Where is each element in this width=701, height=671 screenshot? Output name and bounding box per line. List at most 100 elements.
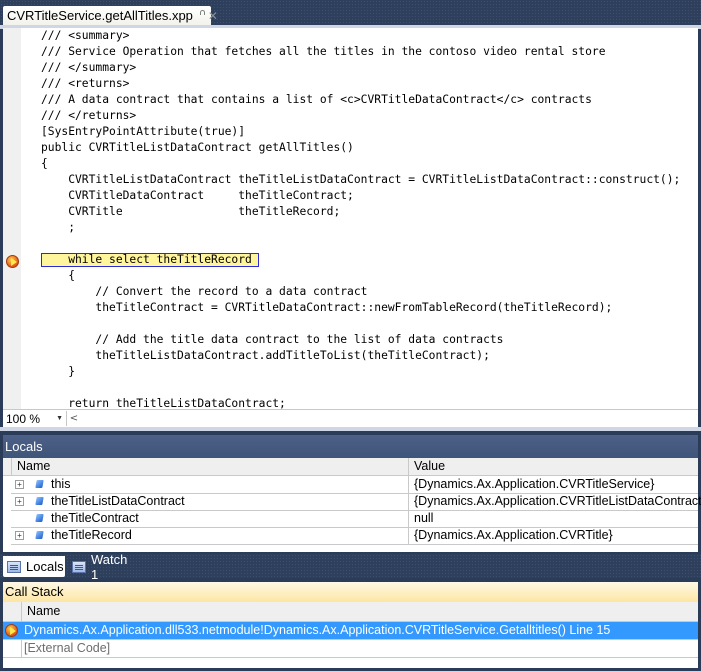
- code-line-text: /// <returns>: [41, 77, 130, 90]
- locals-row[interactable]: + theTitleListDataContract {Dynamics.Ax.Ap…: [11, 493, 701, 511]
- call-stack-row[interactable]: [External Code]: [3, 640, 698, 658]
- code-line[interactable]: theTitleListDataContract.addTitleToList(…: [41, 348, 698, 364]
- code-area[interactable]: /// <summary> /// Service Operation that …: [41, 28, 698, 409]
- code-line-text: theTitleListDataContract.addTitleToList(…: [41, 349, 490, 362]
- code-line-text: CVRTitle theTitleRecord;: [41, 205, 341, 218]
- call-stack-row[interactable]: Dynamics.Ax.Application.dll533.netmodule…: [3, 622, 698, 640]
- call-stack-frame: [External Code]: [24, 641, 111, 655]
- zoom-level-value: 100 %: [6, 411, 41, 426]
- code-line[interactable]: /// <returns>: [41, 76, 698, 92]
- splitter[interactable]: [0, 427, 701, 431]
- code-line[interactable]: [41, 236, 698, 252]
- code-line[interactable]: [SysEntryPointAttribute(true)]: [41, 124, 698, 140]
- call-stack-frame: Dynamics.Ax.Application.dll533.netmodule…: [24, 623, 611, 637]
- tab-label: Locals: [26, 559, 64, 574]
- code-line-text: /// Service Operation that fetches all t…: [41, 45, 606, 58]
- variable-icon: [35, 480, 44, 488]
- code-line-text: /// </returns>: [41, 109, 137, 122]
- locals-grid-header: Name Value: [3, 458, 698, 476]
- code-line[interactable]: /// </returns>: [41, 108, 698, 124]
- code-line[interactable]: {: [41, 268, 698, 284]
- code-line[interactable]: while select theTitleRecord: [41, 252, 698, 268]
- scroll-left-icon[interactable]: <: [67, 413, 81, 424]
- locals-row[interactable]: + theTitleRecord {Dynamics.Ax.Application.…: [11, 527, 698, 545]
- code-line[interactable]: /// </summary>: [41, 60, 698, 76]
- editor-status-bar: 100 % ▼ <: [3, 409, 698, 427]
- code-line[interactable]: }: [41, 364, 698, 380]
- tab-watch-1[interactable]: Watch 1: [68, 552, 138, 582]
- code-line[interactable]: // Convert the record to a data contract: [41, 284, 698, 300]
- current-statement-arrow-icon: [6, 255, 19, 268]
- code-line-text: while select theTitleRecord: [41, 253, 252, 266]
- code-line[interactable]: {: [41, 156, 698, 172]
- expand-icon[interactable]: +: [15, 531, 24, 540]
- local-value[interactable]: {Dynamics.Ax.Application.CVRTitle}: [408, 527, 613, 544]
- variable-icon: [35, 514, 44, 522]
- code-line[interactable]: // Add the title data contract to the li…: [41, 332, 698, 348]
- expand-icon[interactable]: +: [15, 480, 24, 489]
- current-frame-arrow-icon: [5, 624, 18, 637]
- chevron-down-icon: ▼: [56, 415, 63, 422]
- local-name: theTitleRecord: [51, 528, 132, 542]
- variable-icon: [35, 531, 44, 539]
- code-line-text: CVRTitleListDataContract theTitleListDat…: [41, 173, 681, 186]
- code-line-text: // Add the title data contract to the li…: [41, 333, 504, 346]
- code-line-text: {: [41, 157, 48, 170]
- locals-row[interactable]: + this {Dynamics.Ax.Application.CVRTitleSe…: [11, 476, 698, 494]
- code-line[interactable]: return theTitleListDataContract;: [41, 396, 698, 409]
- variable-icon: [35, 497, 44, 505]
- column-header-name[interactable]: Name: [11, 458, 408, 475]
- code-line[interactable]: CVRTitle theTitleRecord;: [41, 204, 698, 220]
- column-header-value[interactable]: Value: [408, 458, 698, 475]
- breakpoint-gutter[interactable]: [3, 28, 21, 409]
- code-line[interactable]: [41, 316, 698, 332]
- locals-window-title: Locals: [3, 435, 698, 458]
- expand-icon[interactable]: +: [15, 497, 24, 506]
- code-line[interactable]: /// A data contract that contains a list…: [41, 92, 698, 108]
- zoom-level-dropdown[interactable]: 100 % ▼: [3, 412, 66, 426]
- local-value[interactable]: {Dynamics.Ax.Application.CVRTitleListDat…: [408, 493, 701, 510]
- close-icon[interactable]: ✕: [208, 9, 218, 23]
- column-header-name[interactable]: Name: [21, 602, 698, 621]
- local-value[interactable]: {Dynamics.Ax.Application.CVRTitleService…: [408, 476, 654, 493]
- locals-window-icon: [7, 560, 21, 573]
- local-name: this: [51, 477, 71, 491]
- call-stack-window-title: Call Stack: [3, 582, 698, 602]
- row-gutter: [3, 640, 22, 657]
- code-line-text: /// <summary>: [41, 29, 130, 42]
- code-line[interactable]: CVRTitleDataContract theTitleContract;: [41, 188, 698, 204]
- code-line-text: [SysEntryPointAttribute(true)]: [41, 125, 246, 138]
- code-line[interactable]: theTitleContract = CVRTitleDataContract:…: [41, 300, 698, 316]
- code-line-text: return theTitleListDataContract;: [41, 397, 286, 409]
- code-line[interactable]: public CVRTitleListDataContract getAllTi…: [41, 140, 698, 156]
- code-line-text: /// </summary>: [41, 61, 137, 74]
- watch-window-icon: [72, 560, 86, 573]
- code-line-text: theTitleContract = CVRTitleDataContract:…: [41, 301, 613, 314]
- code-line[interactable]: /// Service Operation that fetches all t…: [41, 44, 698, 60]
- code-editor[interactable]: /// <summary> /// Service Operation that …: [3, 28, 698, 409]
- code-line-text: CVRTitleDataContract theTitleContract;: [41, 189, 354, 202]
- code-line-text: ;: [41, 221, 76, 234]
- code-line-text: /// A data contract that contains a list…: [41, 93, 592, 106]
- code-line[interactable]: /// <summary>: [41, 28, 698, 44]
- debug-tab-strip: Locals Watch 1: [0, 552, 701, 582]
- code-line[interactable]: CVRTitleListDataContract theTitleListDat…: [41, 172, 698, 188]
- horizontal-scrollbar[interactable]: <: [66, 411, 698, 426]
- call-stack-grid-header: Name: [3, 602, 698, 622]
- locals-grid: Name Value + this {Dynamics.Ax.Application…: [3, 458, 701, 552]
- tab-label: Watch 1: [90, 551, 128, 582]
- document-tab-strip: CVRTitleService.getAllTitles.xpp ✕: [0, 0, 701, 25]
- code-line-text: // Convert the record to a data contract: [41, 285, 368, 298]
- local-value[interactable]: null: [408, 510, 433, 527]
- code-line[interactable]: [41, 380, 698, 396]
- call-stack-grid: Name Dynamics.Ax.Application.dll533.netm…: [3, 602, 698, 668]
- local-name: theTitleContract: [51, 511, 139, 525]
- document-tab[interactable]: CVRTitleService.getAllTitles.xpp ✕: [3, 6, 218, 25]
- code-line-text: {: [41, 269, 76, 282]
- code-line-text: }: [41, 365, 76, 378]
- locals-row[interactable]: theTitleContract null: [11, 510, 698, 528]
- code-line[interactable]: ;: [41, 220, 698, 236]
- code-line-text: public CVRTitleListDataContract getAllTi…: [41, 141, 354, 154]
- document-tab-title: CVRTitleService.getAllTitles.xpp: [7, 8, 193, 23]
- tab-locals[interactable]: Locals: [3, 556, 65, 577]
